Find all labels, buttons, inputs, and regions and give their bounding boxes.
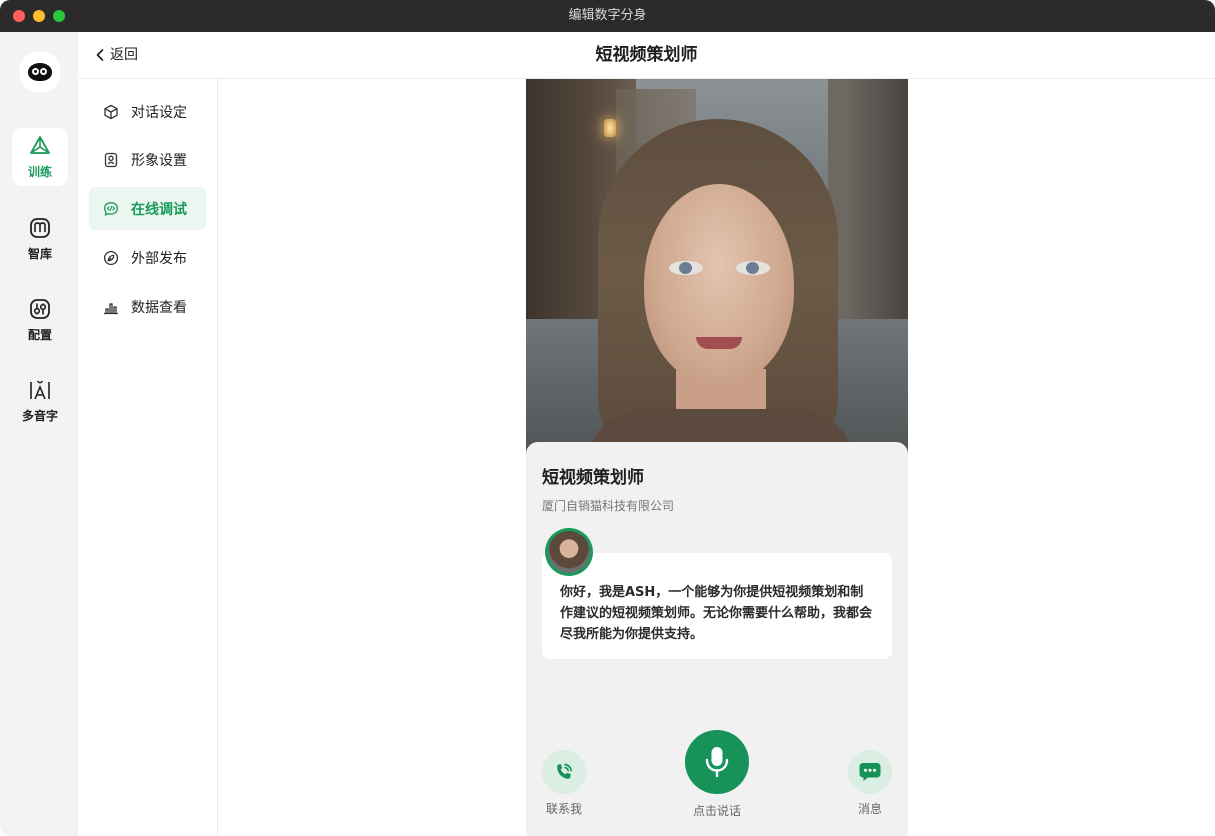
subnav-item-label: 外部发布 [131,250,187,267]
profile-company: 厦门自销猫科技有限公司 [542,499,675,513]
rail-item-label: 多音字 [21,409,58,423]
subnav-item-label: 在线调试 [131,201,187,218]
message-label: 消息 [857,802,882,816]
profile-name: 短视频策划师 [542,468,644,488]
subnav-item-label: 数据查看 [131,299,187,316]
portrait-icon [104,152,118,167]
pinyin-icon [30,380,50,400]
page-header: 返回 短视频策划师 [78,32,1215,79]
triangle-train-icon [30,136,50,154]
phone-call-icon [557,763,573,779]
rail-item-label: 训练 [27,165,52,179]
push-to-talk-label: 点击说话 [692,804,741,818]
sliders-icon [30,299,50,319]
rail-item-label: 智库 [27,247,52,261]
subnav-item-dialog-settings[interactable]: 对话设定 [89,90,206,133]
greeting-message: 你好，我是ASH，一个能够为你提供短视频策划和制作建议的短视频策划师。无论你需要… [542,553,892,659]
bar-chart-icon [104,302,118,314]
book-icon [30,218,50,238]
message-button[interactable]: 消息 [844,750,896,817]
app-window: 编辑数字分身 训练 智库 配置 多音字 返回 短视频策划师 对话设定 形象设置 … [0,0,1215,836]
subnav-item-label: 对话设定 [131,104,187,121]
rail-item-polyphone[interactable]: 多音字 [12,372,68,430]
page-title: 短视频策划师 [595,45,698,65]
street-lamp [604,119,616,137]
rail-item-library[interactable]: 智库 [12,210,68,268]
mobile-preview: 短视频策划师 厦门自销猫科技有限公司 你好，我是ASH，一个能够为你提供短视频策… [526,79,908,836]
window-title: 编辑数字分身 [568,8,647,23]
left-rail: 训练 智库 配置 多音字 [0,32,78,836]
rail-item-train[interactable]: 训练 [12,128,68,186]
subnav-item-avatar-settings[interactable]: 形象设置 [89,138,206,181]
contact-me-label: 联系我 [545,802,582,816]
subnav-item-external-publish[interactable]: 外部发布 [89,236,206,279]
subnav-item-data-view[interactable]: 数据查看 [89,285,206,328]
contact-me-button[interactable]: 联系我 [538,750,590,817]
rail-item-label: 配置 [27,328,52,342]
subnav-item-label: 形象设置 [131,152,187,169]
app-logo[interactable] [19,51,61,93]
push-to-talk-button[interactable]: 点击说话 [682,730,752,819]
profile-card: 短视频策划师 厦门自销猫科技有限公司 你好，我是ASH，一个能够为你提供短视频策… [526,442,908,836]
sub-navigation: 对话设定 形象设置 在线调试 外部发布 数据查看 [78,79,218,836]
share-icon [103,250,119,265]
avatar-portrait-image [526,79,908,459]
message-bubble-icon [859,763,881,781]
title-bar: 编辑数字分身 [0,0,1215,32]
cube-icon [104,104,118,119]
code-bubble-icon [104,201,118,216]
microphone-icon [705,747,729,778]
rail-item-config[interactable]: 配置 [12,291,68,349]
avatar [545,528,593,576]
subnav-item-online-debug[interactable]: 在线调试 [89,187,206,230]
